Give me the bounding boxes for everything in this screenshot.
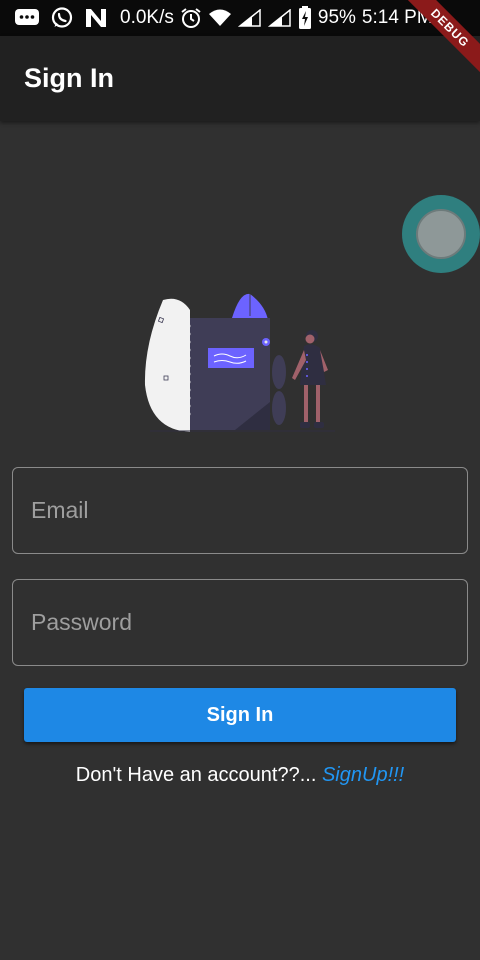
page-title: Sign In — [24, 63, 114, 93]
wifi-icon — [208, 8, 232, 28]
battery-charging-icon — [298, 6, 312, 30]
message-icon — [14, 8, 40, 28]
notification-icons — [14, 6, 108, 30]
whatsapp-icon — [50, 6, 74, 30]
signup-prompt-text: Don't Have an account??... — [75, 764, 322, 786]
sign-in-button[interactable]: Sign In — [24, 688, 456, 742]
alarm-icon — [180, 7, 202, 29]
signal-icon — [237, 9, 262, 27]
network-speed: 0.0K/s — [120, 7, 174, 28]
signal-icon-2 — [267, 9, 292, 27]
touch-indicator — [402, 195, 480, 273]
n-app-icon — [84, 7, 108, 29]
signup-link[interactable]: SignUp!!! — [322, 764, 404, 786]
battery-percent: 95% — [317, 7, 356, 28]
email-field[interactable] — [12, 467, 468, 554]
signup-prompt-row: Don't Have an account??... SignUp!!! — [0, 764, 480, 787]
app-bar: Sign In — [0, 36, 480, 121]
status-bar: 0.0K/s 95% 5:14 PM — [0, 0, 480, 36]
password-field[interactable] — [12, 579, 468, 666]
touch-indicator-center — [416, 209, 466, 259]
clock: 5:14 PM — [361, 7, 433, 28]
signin-illustration — [144, 293, 335, 432]
